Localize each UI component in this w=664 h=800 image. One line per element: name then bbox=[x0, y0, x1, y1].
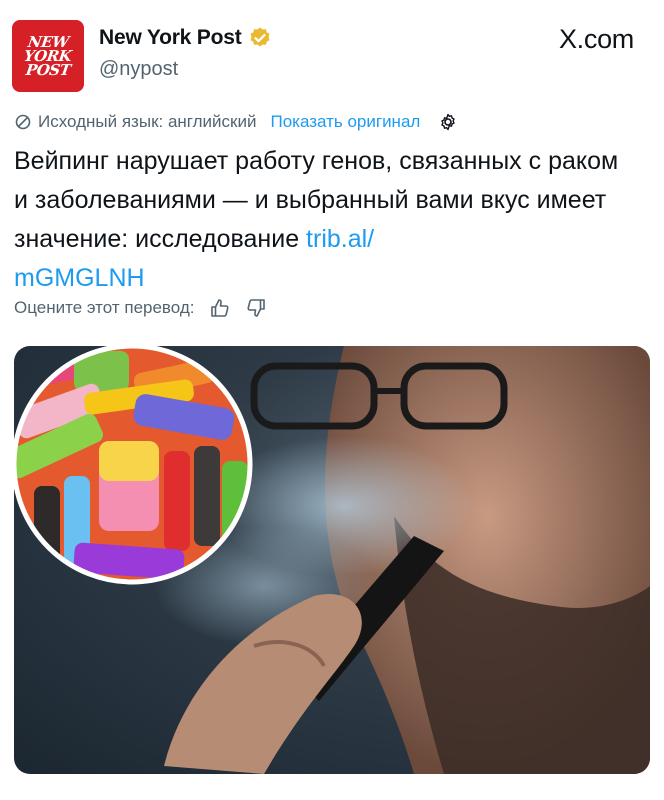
author-name[interactable]: New York Post bbox=[99, 26, 242, 50]
show-original-link[interactable]: Показать оригинал bbox=[270, 112, 420, 132]
logo-text-post: POST bbox=[24, 61, 72, 79]
rate-translation-row: Оцените этот перевод: bbox=[14, 297, 267, 319]
author-handle[interactable]: @nypost bbox=[99, 58, 178, 81]
source-language-label: Исходный язык: английский bbox=[38, 112, 257, 131]
nypost-avatar[interactable]: NEW YORK POST bbox=[12, 20, 84, 92]
site-label: X.com bbox=[558, 24, 634, 54]
gear-icon[interactable] bbox=[438, 112, 458, 132]
author-name-row[interactable]: New York Post bbox=[99, 26, 272, 50]
tweet-text: Вейпинг нарушает работу генов, связанных… bbox=[14, 142, 634, 298]
rate-translation-label: Оцените этот перевод: bbox=[14, 298, 195, 317]
vaping-photo-illustration bbox=[14, 346, 650, 774]
thumbs-up-icon[interactable] bbox=[209, 297, 231, 319]
verified-badge-icon bbox=[250, 27, 270, 47]
thumbs-down-icon[interactable] bbox=[245, 297, 267, 319]
translate-icon bbox=[15, 114, 31, 130]
translation-bar: Исходный язык: английский Показать ориги… bbox=[14, 112, 458, 132]
tweet-media-image[interactable] bbox=[14, 346, 650, 774]
